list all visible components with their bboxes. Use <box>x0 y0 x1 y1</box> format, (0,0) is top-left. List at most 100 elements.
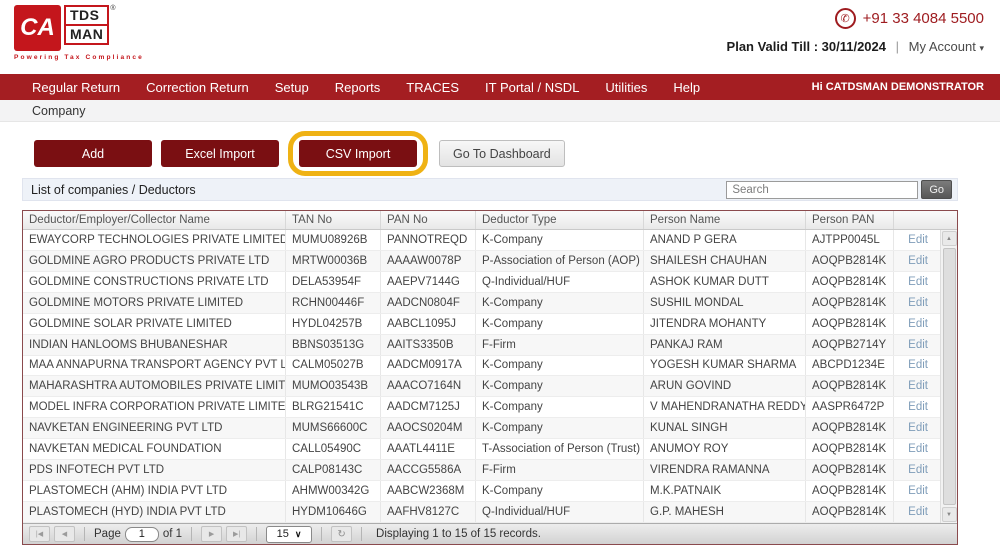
nav-item-traces[interactable]: TRACES <box>393 80 472 95</box>
edit-link[interactable]: Edit <box>908 359 928 371</box>
scroll-up-icon[interactable]: ▲ <box>941 231 957 246</box>
cell-tan-no: HYDM10646G <box>286 501 381 522</box>
edit-link[interactable]: Edit <box>908 401 928 413</box>
chevron-down-icon[interactable]: ▾ <box>979 43 984 53</box>
edit-link[interactable]: Edit <box>908 318 928 330</box>
table-row[interactable]: GOLDMINE AGRO PRODUCTS PRIVATE LTD MRTW0… <box>23 250 940 272</box>
edit-link[interactable]: Edit <box>908 255 928 267</box>
edit-link[interactable]: Edit <box>908 339 928 351</box>
scroll-down-icon[interactable]: ▼ <box>941 507 957 522</box>
pager-divider <box>191 527 193 541</box>
next-page-button[interactable]: ▶ <box>201 526 223 542</box>
logo-text-man: MAN <box>64 24 110 45</box>
table-row[interactable]: PLASTOMECH (AHM) INDIA PVT LTD AHMW00342… <box>23 481 940 502</box>
scrollbar-thumb[interactable] <box>942 248 956 505</box>
cell-person-pan: ABCPD1234E <box>806 355 894 376</box>
edit-link[interactable]: Edit <box>908 422 928 434</box>
cell-person-name: ANUMOY ROY <box>644 439 806 460</box>
column-header-type[interactable]: Deductor Type <box>476 211 644 229</box>
cell-tan-no: CALM05027B <box>286 355 381 376</box>
table-row[interactable]: PLASTOMECH (HYD) INDIA PVT LTD HYDM10646… <box>23 501 940 523</box>
excel-import-button[interactable]: Excel Import <box>161 140 279 167</box>
first-page-button[interactable]: |◀ <box>29 526 50 542</box>
cell-edit: Edit <box>894 439 940 459</box>
cell-deductor-type: K-Company <box>476 418 644 439</box>
pager-divider <box>256 527 258 541</box>
edit-link[interactable]: Edit <box>908 380 928 392</box>
table-row[interactable]: NAVKETAN MEDICAL FOUNDATION CALL05490C A… <box>23 439 940 461</box>
list-panel-header: List of companies / Deductors Go <box>22 178 958 201</box>
cell-tan-no: BLRG21541C <box>286 397 381 418</box>
table-row[interactable]: PDS INFOTECH PVT LTD CALP08143C AACCG558… <box>23 460 940 482</box>
edit-link[interactable]: Edit <box>908 464 928 476</box>
table-row[interactable]: EWAYCORP TECHNOLOGIES PRIVATE LIMITED MU… <box>23 230 940 251</box>
table-row[interactable]: INDIAN HANLOOMS BHUBANESHAR BBNS03513G A… <box>23 334 940 356</box>
nav-item-help[interactable]: Help <box>660 80 713 95</box>
column-header-person-name[interactable]: Person Name <box>644 211 806 229</box>
edit-link[interactable]: Edit <box>908 297 928 309</box>
support-phone: ✆ +91 33 4084 5500 <box>727 8 984 29</box>
search-go-button[interactable]: Go <box>921 180 952 199</box>
nav-item-correction-return[interactable]: Correction Return <box>133 80 262 95</box>
table-row[interactable]: MODEL INFRA CORPORATION PRIVATE LIMITED … <box>23 397 940 419</box>
cell-tan-no: MRTW00036B <box>286 250 381 271</box>
list-title: List of companies / Deductors <box>31 182 196 197</box>
table-row[interactable]: MAA ANNAPURNA TRANSPORT AGENCY PVT LTD C… <box>23 355 940 377</box>
pager-divider <box>361 527 363 541</box>
nav-item-it-portal-nsdl[interactable]: IT Portal / NSDL <box>472 80 592 95</box>
cell-person-name: M.K.PATNAIK <box>644 481 806 501</box>
edit-link[interactable]: Edit <box>908 234 928 246</box>
nav-item-setup[interactable]: Setup <box>262 80 322 95</box>
go-to-dashboard-button[interactable]: Go To Dashboard <box>439 140 565 167</box>
column-header-name[interactable]: Deductor/Employer/Collector Name <box>23 211 286 229</box>
add-button[interactable]: Add <box>34 140 152 167</box>
cell-deductor-name: MAA ANNAPURNA TRANSPORT AGENCY PVT LTD <box>23 355 286 376</box>
column-header-pan[interactable]: PAN No <box>381 211 476 229</box>
edit-link[interactable]: Edit <box>908 443 928 455</box>
cell-tan-no: AHMW00342G <box>286 481 381 501</box>
cell-person-pan: AOQPB2714Y <box>806 334 894 355</box>
edit-link[interactable]: Edit <box>908 276 928 288</box>
last-page-button[interactable]: ▶| <box>226 526 248 542</box>
toolbar: Add Excel Import CSV Import Go To Dashbo… <box>34 131 565 176</box>
cell-person-pan: AOQPB2814K <box>806 292 894 313</box>
nav-item-reports[interactable]: Reports <box>322 80 394 95</box>
cell-tan-no: RCHN00446F <box>286 292 381 313</box>
cell-person-pan: AOQPB2814K <box>806 460 894 481</box>
user-greeting: Hi CATDSMAN DEMONSTRATOR <box>811 81 984 93</box>
column-header-tan[interactable]: TAN No <box>286 211 381 229</box>
edit-link[interactable]: Edit <box>908 485 928 497</box>
nav-item-utilities[interactable]: Utilities <box>592 80 660 95</box>
my-account-menu[interactable]: My Account <box>909 39 976 54</box>
csv-import-button[interactable]: CSV Import <box>299 140 417 167</box>
page-size-select[interactable]: 15 ∨ <box>266 525 313 543</box>
cell-deductor-type: F-Firm <box>476 334 644 355</box>
grid-vertical-scrollbar[interactable]: ▲ ▼ <box>940 230 957 523</box>
search-input[interactable] <box>726 180 919 199</box>
cell-pan-no: AAOCS0204M <box>381 418 476 439</box>
breadcrumb: Company <box>0 100 1000 122</box>
cell-deductor-type: K-Company <box>476 292 644 313</box>
table-row[interactable]: GOLDMINE SOLAR PRIVATE LIMITED HYDL04257… <box>23 313 940 335</box>
cell-person-name: SUSHIL MONDAL <box>644 292 806 313</box>
table-body: EWAYCORP TECHNOLOGIES PRIVATE LIMITED MU… <box>23 230 940 523</box>
nav-item-regular-return[interactable]: Regular Return <box>32 80 133 95</box>
cell-pan-no: AABCW2368M <box>381 481 476 501</box>
cell-pan-no: AAAAW0078P <box>381 250 476 271</box>
cell-pan-no: AADCN0804F <box>381 292 476 313</box>
logo-text-tds: TDS <box>64 5 110 26</box>
phone-icon: ✆ <box>834 8 856 29</box>
refresh-icon[interactable]: ↻ <box>331 526 353 542</box>
edit-link[interactable]: Edit <box>908 506 928 518</box>
table-row[interactable]: GOLDMINE CONSTRUCTIONS PRIVATE LTD DELA5… <box>23 271 940 293</box>
prev-page-button[interactable]: ◀ <box>54 526 75 542</box>
page-number-input[interactable] <box>124 526 159 542</box>
cell-pan-no: AAATL4411E <box>381 439 476 460</box>
table-row[interactable]: MAHARASHTRA AUTOMOBILES PRIVATE LIMITED … <box>23 376 940 398</box>
cell-person-pan: AOQPB2814K <box>806 271 894 292</box>
cell-pan-no: AAACO7164N <box>381 376 476 397</box>
cell-person-name: V MAHENDRANATHA REDDY <box>644 397 806 418</box>
column-header-person-pan[interactable]: Person PAN <box>806 211 894 229</box>
table-row[interactable]: NAVKETAN ENGINEERING PVT LTD MUMS66600C … <box>23 418 940 440</box>
table-row[interactable]: GOLDMINE MOTORS PRIVATE LIMITED RCHN0044… <box>23 292 940 314</box>
